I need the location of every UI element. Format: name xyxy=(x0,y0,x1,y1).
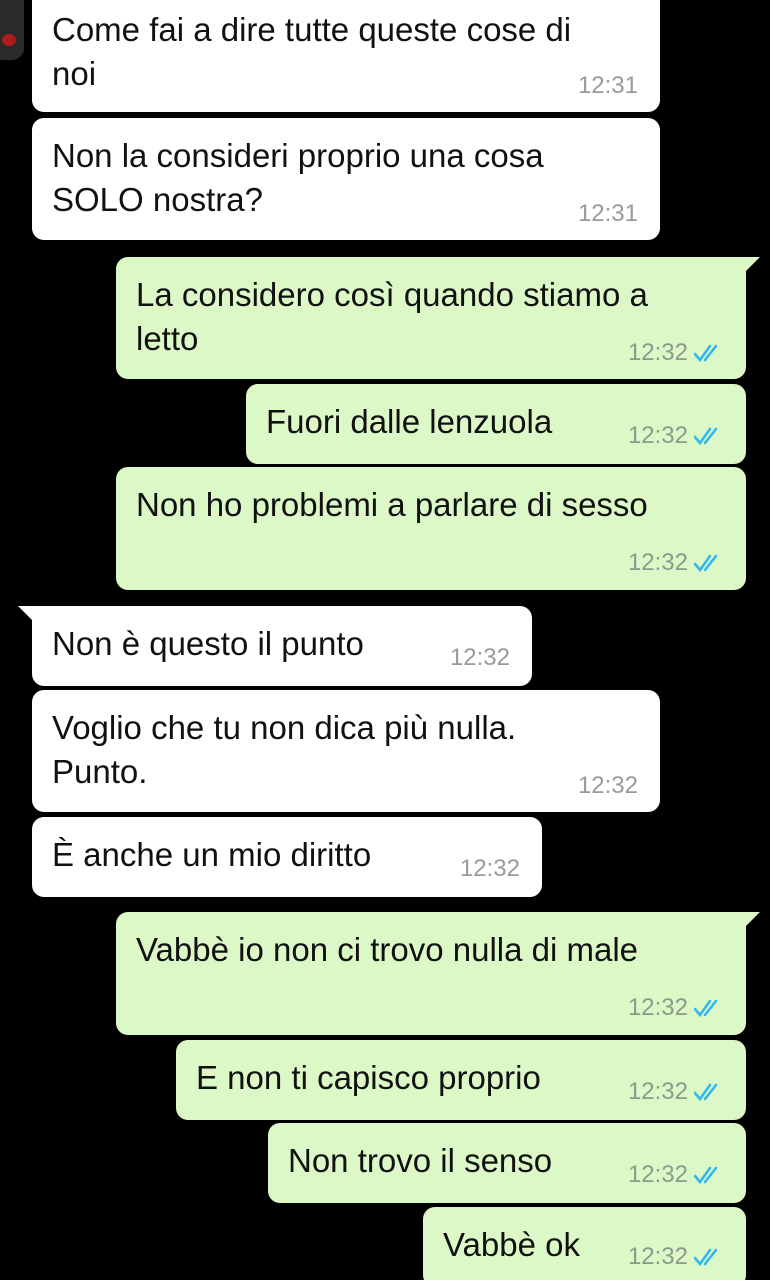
message-time: 12:32 xyxy=(627,1243,688,1270)
read-ticks-icon xyxy=(694,427,718,446)
message-text: Voglio che tu non dica più nulla. Punto. xyxy=(52,709,517,790)
message-bubble-incoming[interactable]: Non la consideri proprio una cosa SOLO n… xyxy=(32,118,660,240)
read-ticks-icon xyxy=(694,999,718,1018)
message-meta: 12:31 xyxy=(578,72,638,100)
message-text: Non la consideri proprio una cosa SOLO n… xyxy=(52,137,544,218)
message-meta: 12:31 xyxy=(578,200,638,228)
message-text: È anche un mio diritto xyxy=(52,836,372,873)
message-meta: 12:32 xyxy=(628,1161,724,1189)
message-meta: 12:32 xyxy=(628,1243,724,1271)
message-text: E non ti capisco proprio xyxy=(196,1059,541,1096)
message-bubble-incoming[interactable]: Come fai a dire tutte queste cose di noi… xyxy=(32,0,660,112)
message-bubble-outgoing[interactable]: Non trovo il senso 12:32 xyxy=(268,1123,746,1203)
message-bubble-outgoing[interactable]: Vabbè ok 12:32 xyxy=(423,1207,746,1280)
message-meta: 12:32 xyxy=(628,994,724,1022)
read-ticks-icon xyxy=(694,1166,718,1185)
message-time: 12:32 xyxy=(459,855,520,882)
message-text: Non ho problemi a parlare di sesso xyxy=(136,486,648,523)
message-meta: 12:32 xyxy=(628,422,724,450)
message-bubble-outgoing[interactable]: Vabbè io non ci trovo nulla di male 12:3… xyxy=(116,912,760,1035)
message-time: 12:32 xyxy=(627,1161,688,1188)
message-time: 12:31 xyxy=(577,72,638,99)
message-meta: 12:32 xyxy=(628,1078,724,1106)
message-time: 12:32 xyxy=(627,422,688,449)
avatar[interactable] xyxy=(0,0,24,60)
message-bubble-outgoing[interactable]: E non ti capisco proprio 12:32 xyxy=(176,1040,746,1120)
message-meta: 12:32 xyxy=(460,855,520,883)
message-text: Vabbè io non ci trovo nulla di male xyxy=(136,931,639,968)
message-bubble-outgoing[interactable]: La considero così quando stiamo a letto … xyxy=(116,257,760,379)
message-bubble-incoming[interactable]: Non è questo il punto 12:32 xyxy=(18,606,532,686)
message-time: 12:32 xyxy=(449,644,510,671)
read-ticks-icon xyxy=(694,1083,718,1102)
message-text: Non trovo il senso xyxy=(288,1142,553,1179)
message-time: 12:32 xyxy=(627,1078,688,1105)
message-time: 12:32 xyxy=(627,339,688,366)
message-time: 12:32 xyxy=(627,994,688,1021)
message-meta: 12:32 xyxy=(450,644,510,672)
message-meta: 12:32 xyxy=(628,339,724,367)
message-text: Vabbè ok xyxy=(443,1226,580,1263)
read-ticks-icon xyxy=(694,344,718,363)
chat-thread: Come fai a dire tutte queste cose di noi… xyxy=(0,0,770,1280)
message-bubble-incoming[interactable]: È anche un mio diritto 12:32 xyxy=(32,817,542,897)
read-ticks-icon xyxy=(694,554,718,573)
message-time: 12:32 xyxy=(627,549,688,576)
message-meta: 12:32 xyxy=(628,549,724,577)
read-ticks-icon xyxy=(694,1248,718,1267)
message-bubble-outgoing[interactable]: Fuori dalle lenzuola 12:32 xyxy=(246,384,746,464)
message-bubble-incoming[interactable]: Voglio che tu non dica più nulla. Punto.… xyxy=(32,690,660,812)
message-bubble-outgoing[interactable]: Non ho problemi a parlare di sesso 12:32 xyxy=(116,467,746,590)
message-meta: 12:32 xyxy=(578,772,638,800)
message-time: 12:32 xyxy=(577,772,638,799)
message-text: Non è questo il punto xyxy=(52,625,364,662)
message-text: Fuori dalle lenzuola xyxy=(266,403,553,440)
message-text: Come fai a dire tutte queste cose di noi xyxy=(52,11,572,92)
message-text: La considero così quando stiamo a letto xyxy=(136,276,648,357)
message-time: 12:31 xyxy=(577,200,638,227)
